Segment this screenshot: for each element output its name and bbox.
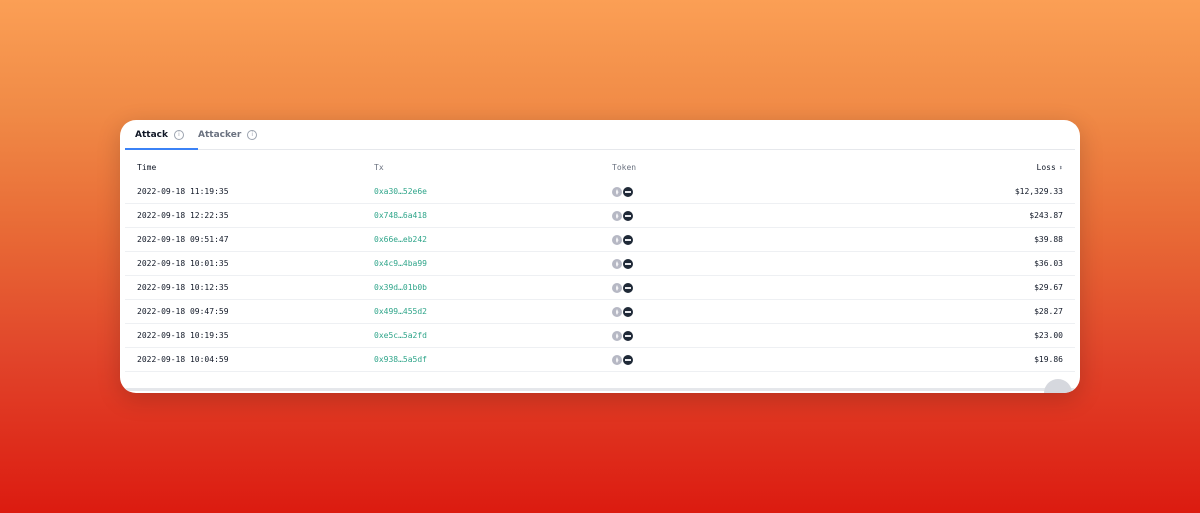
row-time: 2022-09-18 10:19:35: [137, 331, 229, 340]
eth-token-icon: [612, 307, 622, 317]
table-header: Time Tx Token Loss ⬍: [125, 154, 1075, 180]
row-time: 2022-09-18 11:19:35: [137, 187, 229, 196]
attacks-table: Time Tx Token Loss ⬍ 2022-09-18 11:19:35…: [125, 154, 1075, 372]
row-time: 2022-09-18 10:01:35: [137, 259, 229, 268]
eth-token-icon: [612, 283, 622, 293]
token-icon: [622, 186, 634, 198]
tab-attacker[interactable]: Attacker i: [198, 120, 258, 149]
eth-token-icon: [612, 259, 622, 269]
token-icon: [622, 354, 634, 366]
row-loss: $29.67: [1034, 283, 1063, 292]
token-icon: [622, 210, 634, 222]
table-row[interactable]: 2022-09-18 10:04:59 0x938…5a5df $19.86: [125, 348, 1075, 372]
eth-token-icon: [612, 235, 622, 245]
row-tx-link[interactable]: 0x4c9…4ba99: [374, 259, 427, 268]
row-time: 2022-09-18 10:12:35: [137, 283, 229, 292]
table-body: 2022-09-18 11:19:35 0xa30…52e6e $12,329.…: [125, 180, 1075, 372]
row-tokens: [612, 306, 634, 318]
attacks-card: Attack i Attacker i Time Tx Token Loss ⬍…: [120, 120, 1080, 393]
token-icon: [622, 330, 634, 342]
row-tokens: [612, 354, 634, 366]
table-row[interactable]: 2022-09-18 11:19:35 0xa30…52e6e $12,329.…: [125, 180, 1075, 204]
row-tokens: [612, 234, 634, 246]
sort-icon[interactable]: ⬍: [1059, 164, 1063, 171]
tab-attacker-label: Attacker: [198, 129, 242, 140]
column-header-token[interactable]: Token: [612, 163, 636, 172]
row-tx-link[interactable]: 0x748…6a418: [374, 211, 427, 220]
row-tx-link[interactable]: 0x66e…eb242: [374, 235, 427, 244]
tab-attack-label: Attack: [135, 129, 168, 140]
tab-attack[interactable]: Attack i: [125, 120, 198, 150]
column-header-tx[interactable]: Tx: [374, 163, 384, 172]
row-time: 2022-09-18 09:51:47: [137, 235, 229, 244]
row-loss: $12,329.33: [1014, 187, 1063, 196]
horizontal-scrollbar[interactable]: [125, 388, 1075, 391]
row-tx-link[interactable]: 0x938…5a5df: [374, 355, 427, 364]
eth-token-icon: [612, 331, 622, 341]
eth-token-icon: [612, 187, 622, 197]
row-tokens: [612, 330, 634, 342]
table-row[interactable]: 2022-09-18 09:51:47 0x66e…eb242 $39.88: [125, 228, 1075, 252]
token-icon: [622, 306, 634, 318]
row-loss: $36.03: [1034, 259, 1063, 268]
row-tx-link[interactable]: 0x499…455d2: [374, 307, 427, 316]
row-tx-link[interactable]: 0xe5c…5a2fd: [374, 331, 427, 340]
row-time: 2022-09-18 10:04:59: [137, 355, 229, 364]
info-icon[interactable]: i: [173, 129, 184, 140]
token-icon: [622, 282, 634, 294]
column-header-loss-label: Loss: [1036, 163, 1056, 172]
row-tokens: [612, 282, 634, 294]
row-tx-link[interactable]: 0xa30…52e6e: [374, 187, 427, 196]
table-row[interactable]: 2022-09-18 10:19:35 0xe5c…5a2fd $23.00: [125, 324, 1075, 348]
row-loss: $243.87: [1029, 211, 1063, 220]
row-tokens: [612, 186, 634, 198]
column-header-time[interactable]: Time: [137, 163, 156, 172]
row-time: 2022-09-18 09:47:59: [137, 307, 229, 316]
row-loss: $28.27: [1034, 307, 1063, 316]
table-row[interactable]: 2022-09-18 12:22:35 0x748…6a418 $243.87: [125, 204, 1075, 228]
row-loss: $39.88: [1034, 235, 1063, 244]
row-loss: $19.86: [1034, 355, 1063, 364]
row-tokens: [612, 210, 634, 222]
token-icon: [622, 234, 634, 246]
table-row[interactable]: 2022-09-18 09:47:59 0x499…455d2 $28.27: [125, 300, 1075, 324]
eth-token-icon: [612, 355, 622, 365]
token-icon: [622, 258, 634, 270]
row-time: 2022-09-18 12:22:35: [137, 211, 229, 220]
table-row[interactable]: 2022-09-18 10:12:35 0x39d…01b0b $29.67: [125, 276, 1075, 300]
active-tab-indicator: [125, 148, 198, 150]
column-header-loss[interactable]: Loss ⬍: [1037, 163, 1063, 172]
eth-token-icon: [612, 211, 622, 221]
table-row[interactable]: 2022-09-18 10:01:35 0x4c9…4ba99 $36.03: [125, 252, 1075, 276]
floating-action-button[interactable]: [1044, 379, 1072, 393]
row-tokens: [612, 258, 634, 270]
row-tx-link[interactable]: 0x39d…01b0b: [374, 283, 427, 292]
row-loss: $23.00: [1034, 331, 1063, 340]
tab-bar: Attack i Attacker i: [125, 120, 1075, 150]
info-icon[interactable]: i: [247, 129, 258, 140]
